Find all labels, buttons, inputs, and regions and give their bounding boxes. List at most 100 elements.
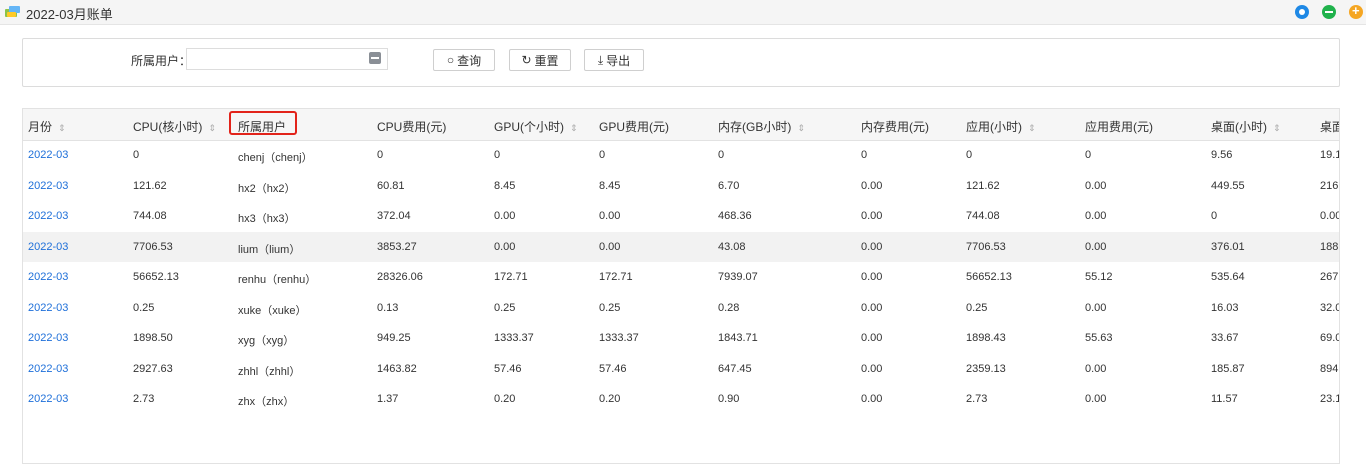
month-link[interactable]: 2022-03 [28, 149, 68, 161]
user-filter-input[interactable] [186, 48, 388, 70]
minimize-window-icon[interactable] [1322, 5, 1336, 19]
table-cell: zhhl（zhhl） [238, 365, 301, 378]
sort-icon[interactable]: ⇕ [1273, 123, 1281, 133]
sort-icon[interactable]: ⇕ [208, 123, 216, 133]
table-cell: 0.13 [377, 301, 399, 314]
app-logo-icon [5, 6, 20, 17]
column-header-6[interactable]: 内存(GB小时) ⇕ [718, 118, 805, 135]
table-row[interactable]: 2022-03 1898.50 xyg（xyg） 949.25 1333.37 1333.… [23, 323, 1339, 353]
month-link[interactable]: 2022-03 [28, 332, 68, 344]
sort-icon[interactable]: ⇕ [797, 123, 805, 133]
table-cell: 0.00 [1085, 210, 1107, 222]
maximize-window-icon[interactable] [1349, 3, 1363, 19]
table-cell: 8.45 [599, 179, 621, 192]
table-cell: 372.04 [377, 210, 411, 222]
table-cell: 0.00 [861, 332, 883, 344]
table-row[interactable]: 2022-03 0.25 xuke（xuke） 0.13 0.25 0.25 0.28 0.0… [23, 293, 1339, 323]
table-cell: 0.00 [861, 179, 883, 192]
table-cell: 2.73 [966, 393, 988, 405]
table-row[interactable]: 2022-03 0 chenj（chenj） 0 0 0 0 0 0 0 9.56 19.1 [23, 140, 1339, 170]
table-cell: 894 [1320, 362, 1339, 375]
table-cell: 0.00 [1320, 210, 1340, 222]
column-header-label: 桌面(小时) [1211, 120, 1267, 134]
reset-button[interactable]: ↻ 重置 [509, 49, 571, 71]
table-cell: 28326.06 [377, 271, 423, 283]
column-header-5: GPU费用(元) [599, 118, 669, 135]
refresh-icon: ↻ [521, 53, 532, 67]
month-link[interactable]: 2022-03 [28, 210, 68, 222]
column-header-8[interactable]: 应用(小时) ⇕ [966, 118, 1036, 135]
bill-table: 月份 ⇕ CPU(核小时) ⇕ 所属用户 CPU费用(元) GPU(个小时) ⇕ GPU费用(元… [22, 108, 1340, 464]
sort-icon[interactable]: ⇕ [58, 123, 66, 133]
table-cell: 0.90 [718, 393, 740, 405]
table-cell: 0.00 [494, 240, 516, 253]
restore-window-icon[interactable] [1295, 5, 1309, 19]
column-header-3: CPU费用(元) [377, 118, 446, 135]
table-cell: 7706.53 [133, 240, 173, 253]
month-link[interactable]: 2022-03 [28, 302, 68, 314]
table-cell: 60.81 [377, 179, 405, 192]
table-cell: 0.00 [861, 362, 883, 375]
sort-icon[interactable]: ⇕ [1028, 123, 1036, 133]
table-cell: 1898.50 [133, 332, 173, 344]
table-cell: 57.46 [494, 362, 522, 375]
table-cell: 56652.13 [966, 271, 1012, 283]
table-cell: 0.00 [1085, 179, 1107, 192]
month-link[interactable]: 2022-03 [28, 180, 68, 192]
table-cell: 0 [133, 149, 140, 161]
column-header-label: GPU(个小时) [494, 120, 564, 134]
table-cell: 0 [861, 149, 868, 161]
export-button[interactable]: ⤓ 导出 [584, 49, 644, 71]
user-filter-label: 所属用户： [131, 54, 192, 68]
search-button[interactable]: ○ 查询 [433, 49, 495, 71]
table-cell: 56652.13 [133, 271, 179, 283]
column-header-9: 应用费用(元) [1085, 118, 1153, 135]
table-row[interactable]: 2022-03 121.62 hx2（hx2） 60.81 8.45 8.45 6.70 0.… [23, 171, 1339, 201]
reset-button-label: 重置 [534, 53, 559, 68]
table-cell: 0.25 [133, 301, 155, 314]
table-cell: 376.01 [1211, 240, 1245, 253]
table-cell: 7706.53 [966, 240, 1006, 253]
window-title: 2022-03月账单 [26, 7, 113, 22]
table-cell: 744.08 [133, 210, 167, 222]
table-cell: 0 [966, 149, 973, 161]
table-cell: 216 [1320, 179, 1339, 192]
table-cell: 0 [1211, 210, 1218, 222]
table-row[interactable]: 2022-03 744.08 hx3（hx3） 372.04 0.00 0.00 468.3… [23, 201, 1339, 231]
table-cell: 0 [718, 149, 725, 161]
month-link[interactable]: 2022-03 [28, 393, 68, 405]
table-cell: renhu（renhu） [238, 274, 317, 286]
table-row[interactable]: 2022-03 2.73 zhx（zhx） 1.37 0.20 0.20 0.90 0.00 2… [23, 384, 1339, 414]
table-cell: 0.00 [861, 271, 883, 283]
table-cell: 0.00 [494, 210, 516, 222]
table-cell: 0.20 [599, 393, 621, 405]
month-link[interactable]: 2022-03 [28, 363, 68, 375]
table-row[interactable]: 2022-03 7706.53 lium（lium） 3853.27 0.00 0.00 4… [23, 231, 1339, 262]
table-cell: 7939.07 [718, 271, 758, 283]
table-row[interactable]: 2022-03 2927.63 zhhl（zhhl） 1463.82 57.46 57.4… [23, 354, 1339, 384]
column-header-10[interactable]: 桌面(小时) ⇕ [1211, 118, 1281, 135]
table-cell: 0 [494, 149, 501, 161]
column-header-0[interactable]: 月份 ⇕ [28, 118, 66, 135]
column-header-1[interactable]: CPU(核小时) ⇕ [133, 118, 216, 135]
table-cell: 0.00 [861, 210, 883, 222]
table-row[interactable]: 2022-03 56652.13 renhu（renhu） 28326.06 172.7… [23, 262, 1339, 292]
table-cell: 43.08 [718, 240, 746, 253]
column-header-4[interactable]: GPU(个小时) ⇕ [494, 118, 578, 135]
table-cell: 0 [1085, 149, 1092, 161]
month-link[interactable]: 2022-03 [28, 271, 68, 283]
table-cell: 449.55 [1211, 179, 1245, 192]
table-cell: 0.00 [1085, 240, 1107, 253]
table-cell: 0 [377, 149, 384, 161]
table-cell: 1.37 [377, 393, 399, 405]
user-picker-icon[interactable] [369, 52, 381, 64]
table-cell: 172.71 [599, 271, 633, 283]
table-cell: 55.63 [1085, 332, 1113, 344]
month-link[interactable]: 2022-03 [28, 241, 68, 253]
table-cell: 0.20 [494, 393, 516, 405]
download-icon: ⤓ [597, 52, 604, 67]
table-cell: 3853.27 [377, 240, 417, 253]
table-cell: 16.03 [1211, 301, 1239, 314]
sort-icon[interactable]: ⇕ [570, 123, 578, 133]
table-cell: zhx（zhx） [238, 396, 295, 408]
